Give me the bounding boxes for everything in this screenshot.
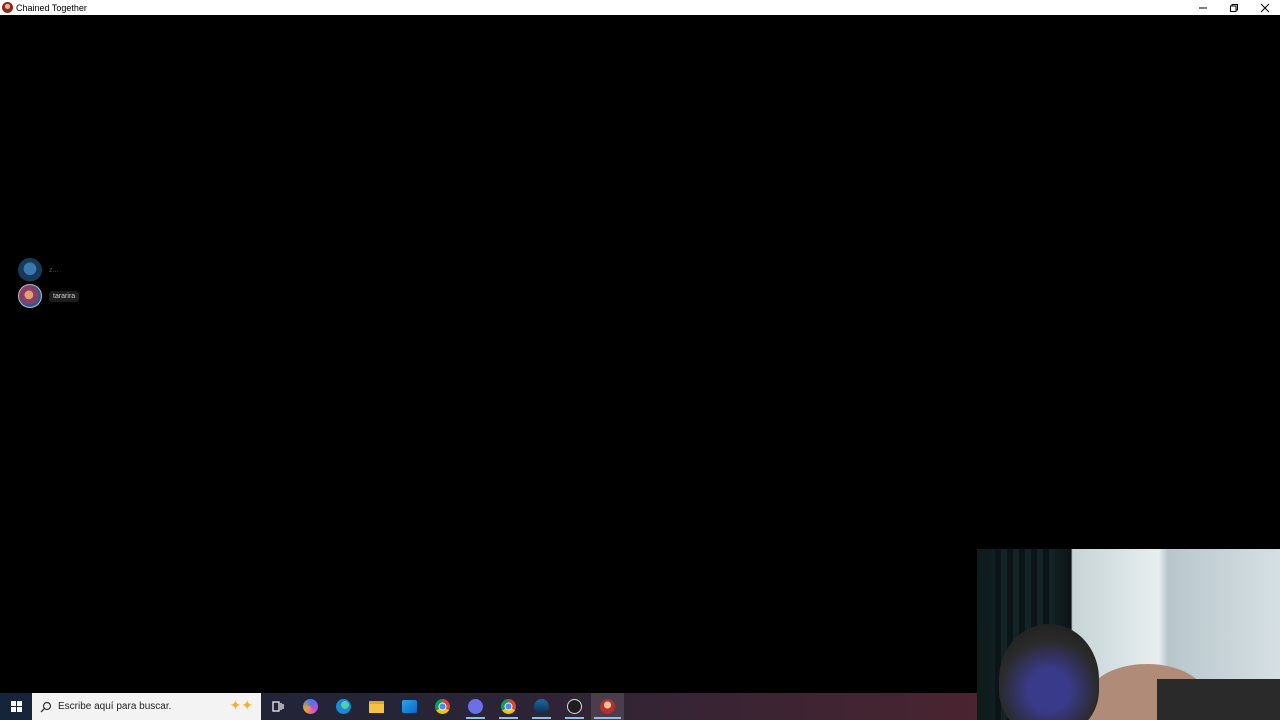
chrome-button[interactable]: [426, 693, 459, 720]
edge-button[interactable]: [327, 693, 360, 720]
file-explorer-icon: [369, 700, 384, 713]
copilot-icon: [303, 699, 318, 714]
steam-button[interactable]: [525, 693, 558, 720]
task-view-icon: [272, 701, 284, 712]
chrome-profile-icon: [501, 699, 516, 714]
avatar-blue-bird-icon: [18, 258, 42, 282]
webcam-person-head: [999, 624, 1099, 720]
steam-icon: [534, 699, 549, 714]
start-button[interactable]: [0, 693, 32, 720]
webcam-overlay: [977, 549, 1280, 720]
restore-icon: [1229, 3, 1238, 12]
search-icon: [40, 701, 52, 712]
edge-icon: [336, 699, 351, 714]
window-titlebar[interactable]: Chained Together: [0, 0, 1280, 15]
close-button[interactable]: [1249, 0, 1280, 15]
window-controls: [1187, 0, 1280, 15]
file-explorer-button[interactable]: [360, 693, 393, 720]
copilot-button[interactable]: [294, 693, 327, 720]
search-input[interactable]: [58, 701, 208, 712]
minimize-icon: [1198, 7, 1207, 8]
restore-button[interactable]: [1218, 0, 1249, 15]
voice-user-name: tararira: [49, 290, 80, 302]
voice-user-row: tararira: [18, 284, 80, 308]
outlook-button[interactable]: [393, 693, 426, 720]
voice-user-name: z...: [49, 266, 59, 274]
webcam-background-shelf: [1157, 679, 1280, 720]
avatar-colorful-icon: [18, 284, 42, 308]
outlook-icon: [402, 700, 417, 713]
minimize-button[interactable]: [1187, 0, 1218, 15]
close-icon: [1260, 3, 1269, 12]
task-view-button[interactable]: [261, 693, 294, 720]
chained-together-app-icon: [2, 2, 13, 13]
chained-together-taskbar-button[interactable]: [591, 693, 624, 720]
search-highlight-sparkle-icon[interactable]: ✦✦: [230, 697, 253, 714]
window-title: Chained Together: [16, 2, 87, 13]
chrome-icon: [435, 699, 450, 714]
taskbar-search-box[interactable]: ✦✦: [32, 693, 261, 720]
discord-icon: [468, 699, 483, 714]
voice-user-row: z...: [18, 258, 58, 282]
obs-button[interactable]: [558, 693, 591, 720]
discord-button[interactable]: [459, 693, 492, 720]
chained-together-icon: [600, 699, 615, 714]
obs-icon: [567, 699, 582, 714]
windows-taskbar: ✦✦: [0, 693, 977, 720]
windows-logo-icon: [10, 701, 22, 712]
chrome-profile-button[interactable]: [492, 693, 525, 720]
